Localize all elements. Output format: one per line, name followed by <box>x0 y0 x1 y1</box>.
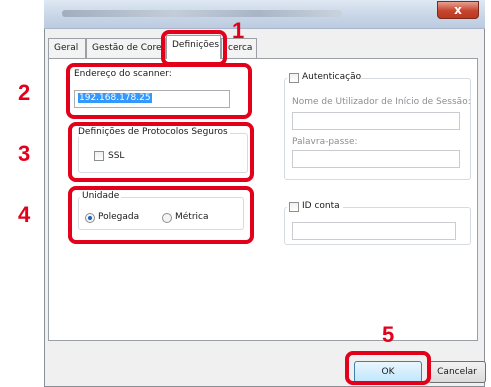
username-input <box>292 112 460 130</box>
account-id-checkbox[interactable] <box>289 202 299 212</box>
callout-number-5: 5 <box>382 322 395 347</box>
tab-label: Geral <box>54 43 79 53</box>
tab-geral[interactable]: Geral <box>48 38 86 58</box>
callout-number-1: 1 <box>232 18 245 43</box>
tab-label: cerca <box>228 43 253 53</box>
callout-number-2: 2 <box>18 80 31 105</box>
authentication-label: Autenticação <box>302 72 362 82</box>
password-label: Palavra-passe: <box>292 137 358 147</box>
callout-5-highlight <box>345 351 431 385</box>
account-id-input <box>292 222 456 240</box>
close-icon: x <box>454 3 462 17</box>
callout-4-highlight <box>68 186 254 244</box>
account-id-label: ID conta <box>302 201 340 211</box>
close-button[interactable]: x <box>437 1 479 19</box>
callout-2-highlight <box>66 63 252 119</box>
password-input <box>292 150 460 168</box>
tab-label: Definições <box>172 40 220 50</box>
callout-number-3: 3 <box>18 141 31 166</box>
username-label: Nome de Utilizador de Início de Sessão: <box>292 97 471 107</box>
callout-number-4: 4 <box>18 202 31 227</box>
callout-3-highlight <box>68 122 254 182</box>
tab-label: Gestão de Core <box>92 43 162 53</box>
cancel-button[interactable]: Cancelar <box>428 361 486 383</box>
tab-definicoes[interactable]: Definições <box>166 35 221 59</box>
tab-gestao-de-core[interactable]: Gestão de Core <box>86 38 166 58</box>
window-title-blurred <box>62 10 342 17</box>
authentication-checkbox[interactable] <box>289 73 299 83</box>
